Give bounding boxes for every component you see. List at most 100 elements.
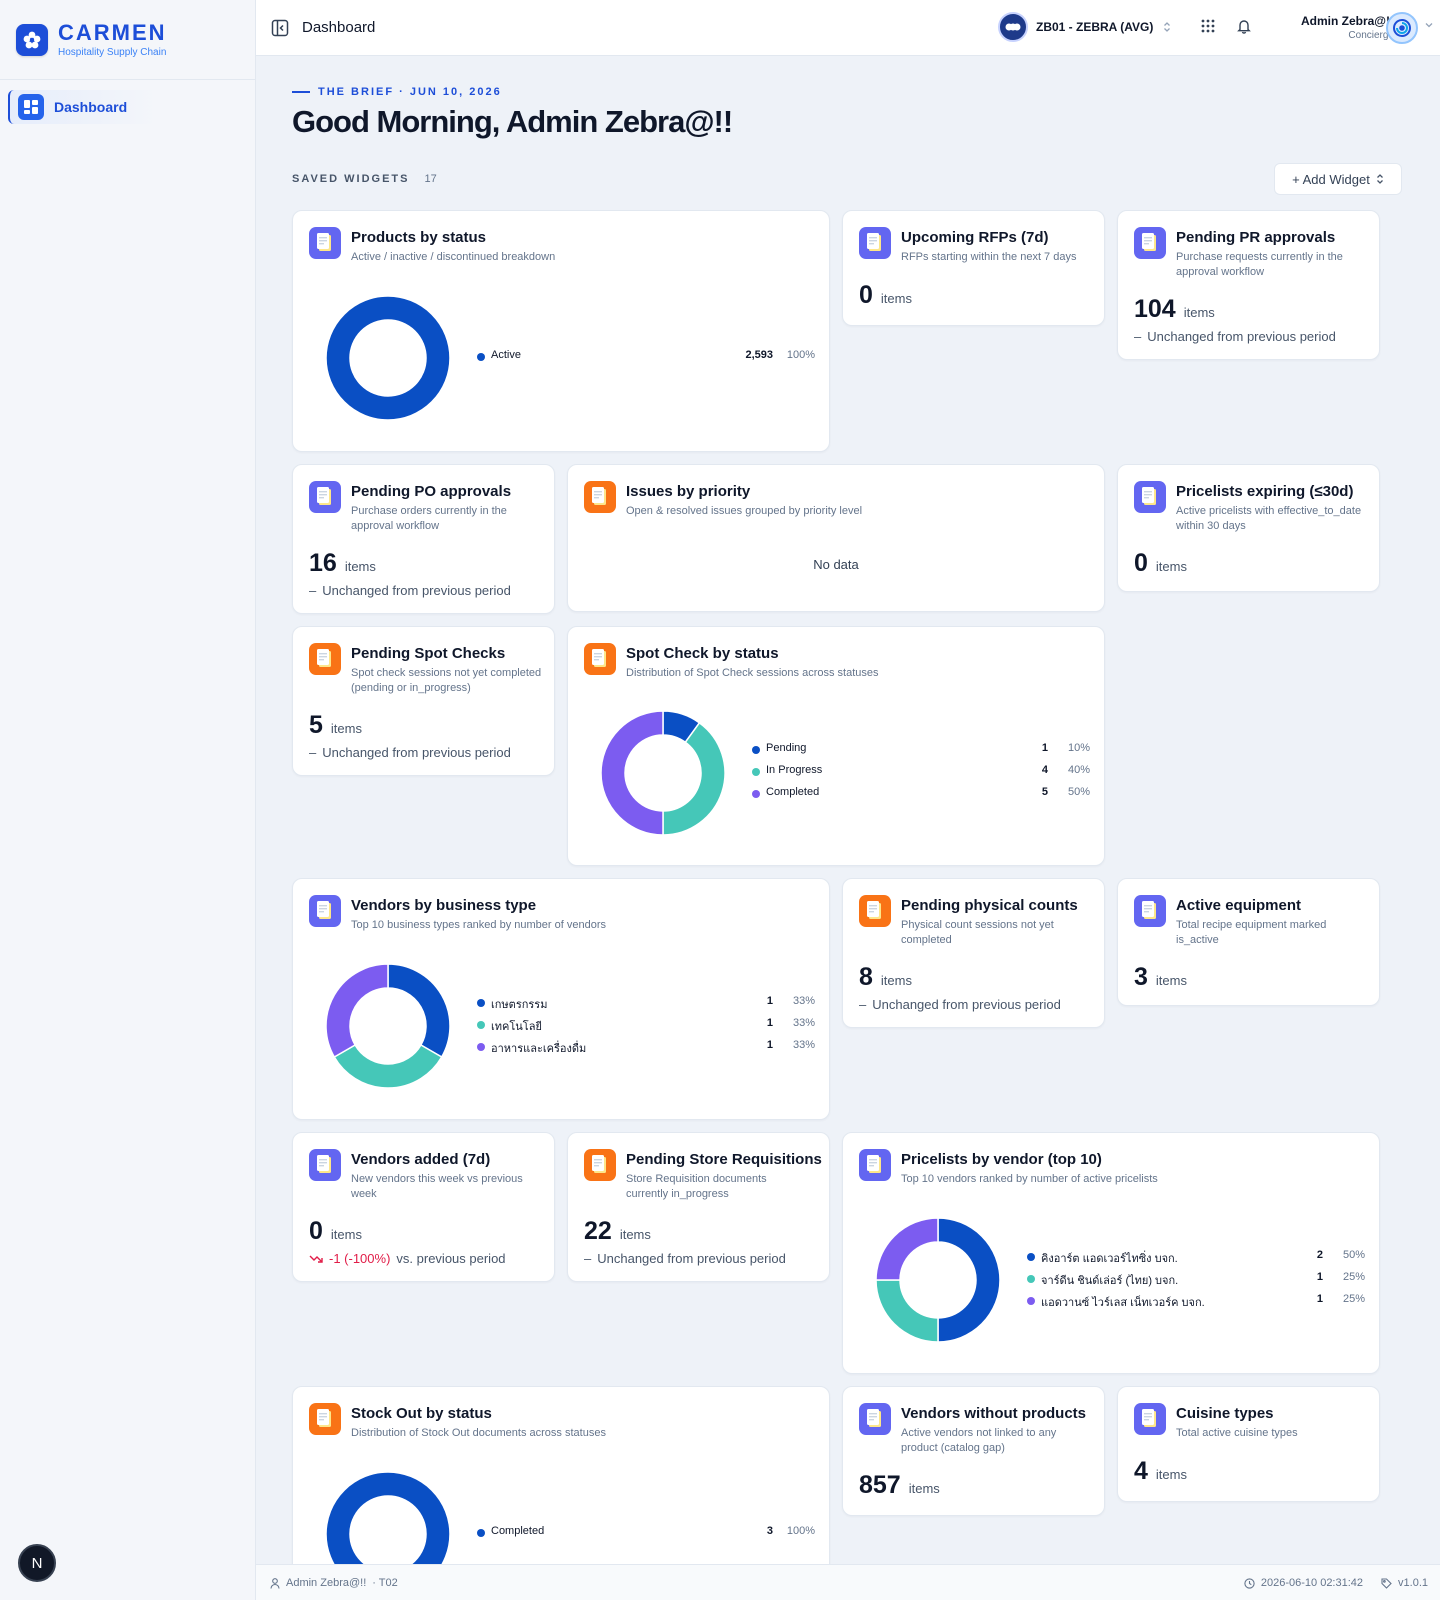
stat-value: 0 [309, 1217, 323, 1245]
user-menu[interactable]: Admin Zebra@!! Concierge [1301, 14, 1394, 41]
widget-title: Cuisine types [1176, 1405, 1274, 1422]
dash-icon: – [309, 583, 317, 598]
add-widget-button[interactable]: + Add Widget [1274, 163, 1402, 195]
trend-down-icon [309, 1255, 323, 1263]
trend-text: Unchanged from previous period [1147, 329, 1336, 344]
tag-icon [1381, 1577, 1392, 1589]
donut-slice-1[interactable] [937, 1217, 1001, 1343]
widget-description: New vendors this week vs previous week [351, 1173, 523, 1200]
legend-percent: 50% [1067, 786, 1090, 798]
widget-spot-check-by-status[interactable]: Spot Check by status Distribution of Spo… [567, 626, 1105, 866]
donut-slice-3[interactable] [600, 710, 664, 836]
widget-trend: – Unchanged from previous period [584, 1251, 786, 1266]
sidebar-toggle-icon[interactable] [270, 18, 290, 38]
donut-slice-1[interactable] [325, 295, 451, 421]
legend-dot [477, 1529, 485, 1537]
widget-vendors-by-business-type[interactable]: Vendors by business type Top 10 business… [292, 878, 830, 1120]
widget-pending-pr-approvals[interactable]: Pending PR approvals Purchase requests c… [1117, 210, 1380, 360]
widget-title: Spot Check by status [626, 645, 779, 662]
widget-title: Pending physical counts [901, 897, 1078, 914]
widget-description: Purchase requests currently in the appro… [1176, 251, 1343, 278]
legend-value: 1 [1316, 1293, 1323, 1305]
widget-issues-by-priority[interactable]: Issues by priority Open & resolved issue… [567, 464, 1105, 612]
donut-slice-3[interactable] [875, 1217, 939, 1281]
donut-slice-1[interactable] [325, 1471, 451, 1564]
donut-chart [875, 1217, 1001, 1343]
chevron-down-icon[interactable] [1424, 20, 1434, 30]
widget-products-by-status[interactable]: Products by status Active / inactive / d… [292, 210, 830, 452]
document-icon [309, 1403, 341, 1435]
legend-label: อาหารและเครื่องดื่ม [491, 1043, 587, 1055]
donut-slice-2[interactable] [662, 721, 726, 836]
widget-active-equipment[interactable]: Active equipment Total recipe equipment … [1117, 878, 1380, 1006]
document-icon [1134, 1403, 1166, 1435]
widget-title: Stock Out by status [351, 1405, 492, 1422]
legend-value: 3 [766, 1525, 773, 1537]
widget-cuisine-types[interactable]: Cuisine types Total active cuisine types… [1117, 1386, 1380, 1502]
widget-title: Vendors added (7d) [351, 1151, 491, 1168]
widget-pending-store-requisitions[interactable]: Pending Store Requisitions Store Requisi… [567, 1132, 830, 1282]
legend-item: เกษตรกรรม 1 33% [477, 992, 815, 1014]
dev-tools-badge[interactable]: N [18, 1544, 56, 1582]
widget-description: RFPs starting within the next 7 days [901, 251, 1077, 263]
widget-stat: 22 items [584, 1217, 651, 1246]
brand[interactable]: CARMEN Hospitality Supply Chain [0, 0, 255, 80]
document-icon [1134, 895, 1166, 927]
widget-upcoming-rfps[interactable]: Upcoming RFPs (7d) RFPs starting within … [842, 210, 1105, 326]
legend-value: 1 [1041, 742, 1048, 754]
donut-slice-2[interactable] [875, 1279, 939, 1343]
widget-description: Top 10 vendors ranked by number of activ… [901, 1173, 1158, 1185]
widget-pricelists-expiring[interactable]: Pricelists expiring (≤30d) Active pricel… [1117, 464, 1380, 592]
widget-stock-out-by-status[interactable]: Stock Out by status Distribution of Stoc… [292, 1386, 830, 1564]
widget-vendors-without-products[interactable]: Vendors without products Active vendors … [842, 1386, 1105, 1516]
stat-unit: items [619, 1227, 651, 1242]
stat-value: 22 [584, 1217, 612, 1245]
trend-text: Unchanged from previous period [872, 997, 1061, 1012]
stat-unit: items [330, 1227, 362, 1242]
legend-value: 2 [1316, 1249, 1323, 1261]
brand-subtitle: Hospitality Supply Chain [58, 47, 167, 58]
document-icon [859, 1403, 891, 1435]
legend-percent: 100% [786, 1525, 815, 1537]
sidebar: CARMEN Hospitality Supply Chain Dashboar… [0, 0, 256, 1600]
donut-slice-1[interactable] [387, 963, 451, 1059]
widget-stat: 3 items [1134, 963, 1187, 992]
document-icon [309, 481, 341, 513]
widget-description: Total active cuisine types [1176, 1427, 1298, 1439]
legend-percent: 33% [792, 1017, 815, 1029]
widget-pending-physical-counts[interactable]: Pending physical counts Physical count s… [842, 878, 1105, 1028]
avatar[interactable] [1386, 12, 1418, 44]
legend-item: แอดวานซ์ ไวร์เลส เน็ทเวอร์ค บจก. 1 25% [1027, 1290, 1365, 1312]
donut-slice-2[interactable] [333, 1043, 443, 1089]
legend-value: 5 [1041, 786, 1048, 798]
widget-title: Pending Spot Checks [351, 645, 506, 662]
legend-dot [477, 1021, 485, 1029]
widget-pending-spot-checks[interactable]: Pending Spot Checks Spot check sessions … [292, 626, 555, 776]
widget-trend: – Unchanged from previous period [859, 997, 1061, 1012]
legend-value: 2,593 [745, 349, 773, 361]
header-actions [1200, 18, 1252, 39]
widget-description: Distribution of Spot Check sessions acro… [626, 667, 879, 679]
legend-dot [752, 746, 760, 754]
legend-value: 1 [766, 995, 773, 1007]
donut-slice-3[interactable] [325, 963, 389, 1059]
legend-item: คิงอาร์ต แอดเวอร์ไทซิ่ง บจก. 2 50% [1027, 1246, 1365, 1268]
legend-item: Pending 1 10% [752, 739, 1090, 761]
widget-pricelists-by-vendor[interactable]: Pricelists by vendor (top 10) Top 10 ven… [842, 1132, 1380, 1374]
clock-icon [1244, 1577, 1255, 1589]
page-title: Dashboard [302, 19, 376, 36]
legend-label: แอดวานซ์ ไวร์เลส เน็ทเวอร์ค บจก. [1041, 1297, 1205, 1309]
document-icon [859, 227, 891, 259]
dash-icon: – [1134, 329, 1142, 344]
bell-icon[interactable] [1236, 18, 1252, 39]
apps-grid-icon[interactable] [1200, 18, 1216, 39]
stat-value: 0 [859, 281, 873, 309]
sidebar-item-dashboard[interactable]: Dashboard [8, 90, 158, 124]
stat-unit: items [1155, 1467, 1187, 1482]
legend-item: Completed 3 100% [477, 1522, 815, 1544]
widget-stat: 104 items [1134, 295, 1215, 324]
widget-vendors-added[interactable]: Vendors added (7d) New vendors this week… [292, 1132, 555, 1282]
add-widget-label: + Add Widget [1292, 171, 1370, 187]
business-unit-selector[interactable]: ZB01 - ZEBRA (AVG) [998, 12, 1171, 42]
widget-pending-po-approvals[interactable]: Pending PO approvals Purchase orders cur… [292, 464, 555, 614]
